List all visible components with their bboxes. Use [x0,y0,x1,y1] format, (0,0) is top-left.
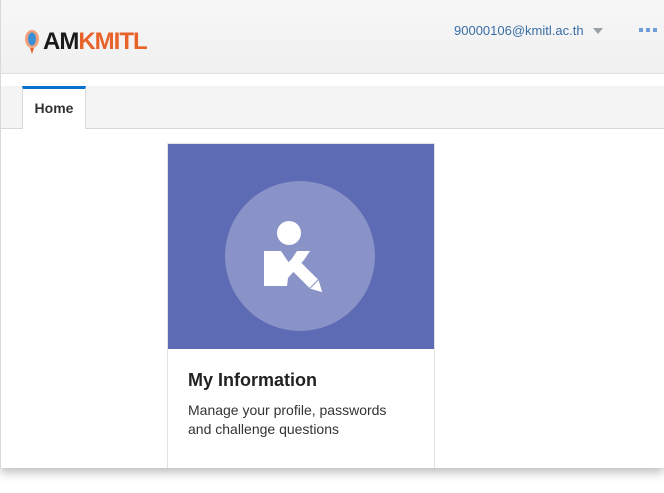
logo-text: AMKMITL [43,28,148,56]
tile-description: Manage your profile, passwords and chall… [188,402,387,437]
logo-text-kmitl: KMITL [78,28,147,55]
balloon-pin-icon [25,30,39,54]
user-edit-icon [264,221,323,293]
app-logo[interactable]: AMKMITL [23,28,148,56]
app-header: AMKMITL 90000106@kmitl.ac.th [1,0,664,74]
user-email[interactable]: 90000106@kmitl.ac.th [454,23,584,38]
caret-down-icon[interactable] [592,28,603,34]
user-menu[interactable]: 90000106@kmitl.ac.th [454,20,603,40]
tile-title: My Information [188,370,317,390]
tile-banner [168,144,434,349]
tab-bar: Home [1,86,664,129]
more-dots-icon[interactable] [639,24,664,36]
logo-text-am: AM [43,28,79,55]
tab-home[interactable]: Home [22,86,86,129]
app-window: AMKMITL 90000106@kmitl.ac.th Home My Inf… [0,0,664,468]
tile-icon-circle [225,181,375,331]
my-information-tile[interactable]: My Information Manage your profile, pass… [167,143,435,468]
